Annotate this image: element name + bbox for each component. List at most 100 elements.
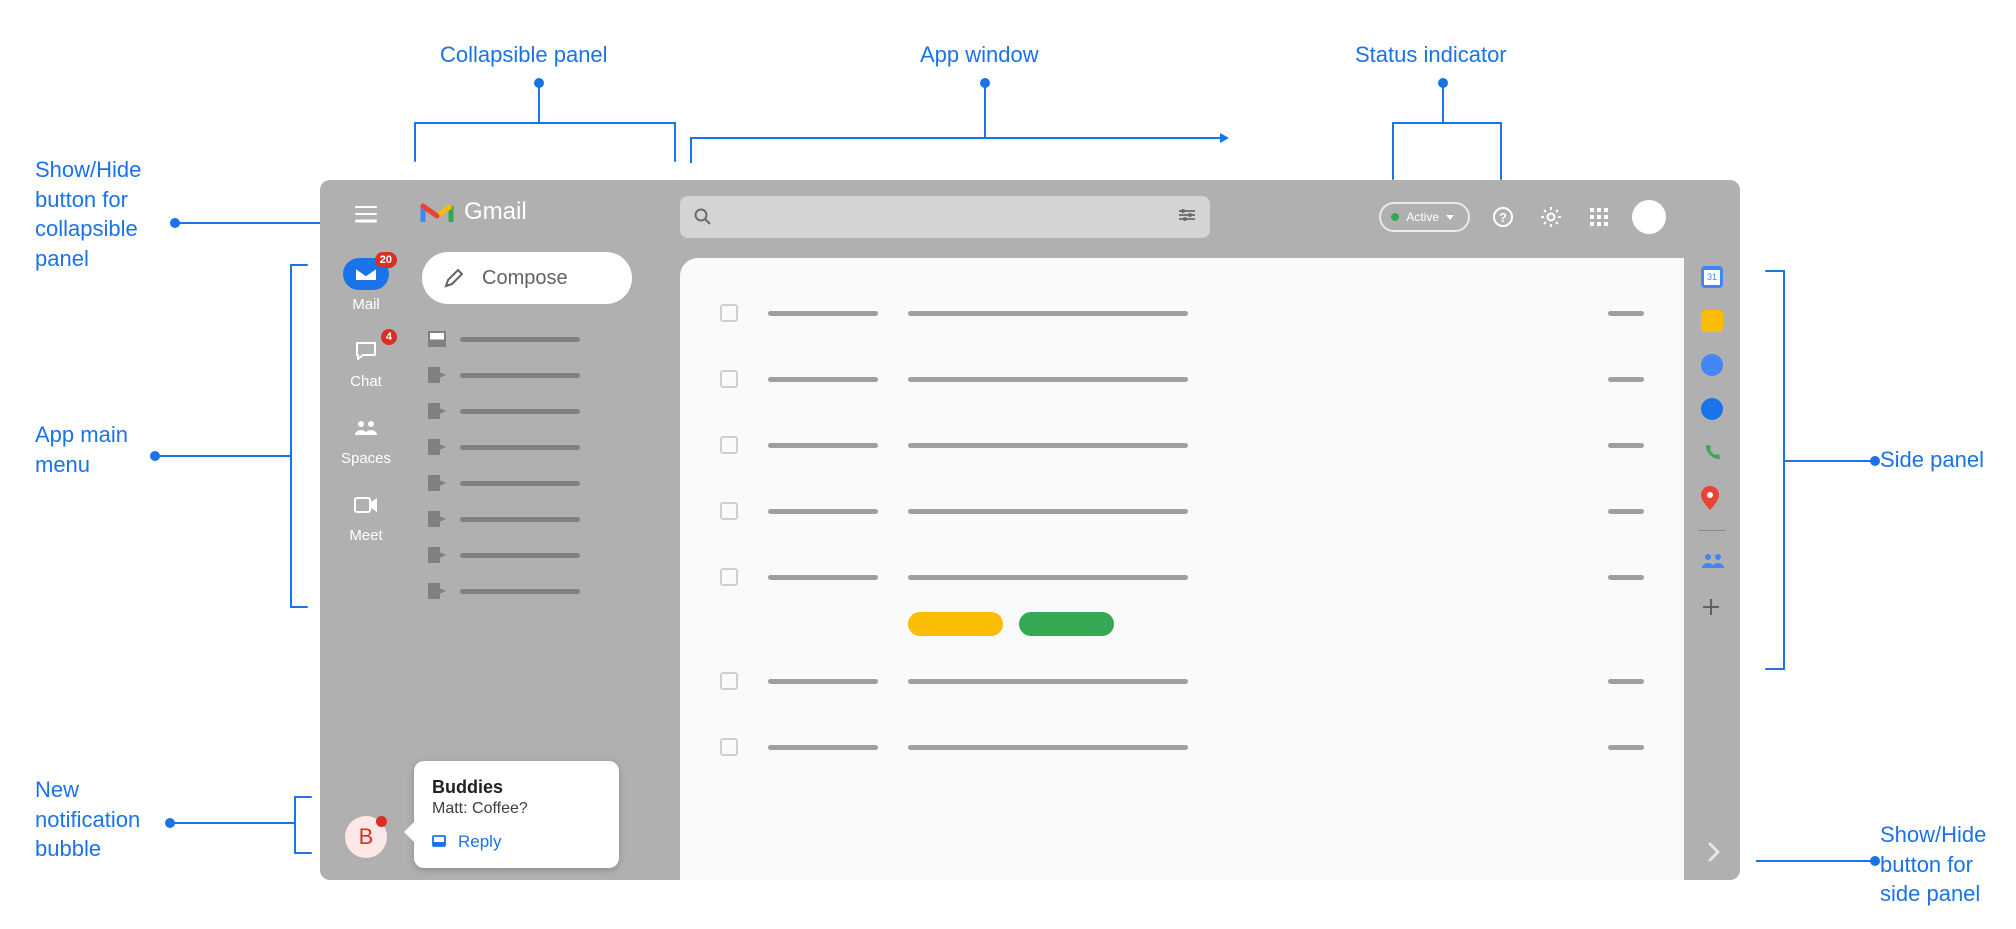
label-chip[interactable]	[1019, 612, 1114, 636]
nav-item-meet[interactable]: Meet	[343, 489, 389, 544]
content-area	[680, 258, 1684, 880]
keep-icon[interactable]	[1701, 310, 1723, 332]
annotation-show-hide-panel: Show/Hide button for collapsible panel	[35, 155, 141, 274]
checkbox[interactable]	[720, 436, 738, 454]
maps-icon[interactable]	[1701, 486, 1723, 508]
nav-label: Mail	[352, 296, 380, 313]
checkbox[interactable]	[720, 568, 738, 586]
add-button[interactable]	[1701, 597, 1723, 619]
annotation-line	[538, 82, 540, 122]
placeholder-bar	[768, 679, 878, 684]
notification-popover: Buddies Matt: Coffee? Reply	[414, 761, 619, 868]
search-input[interactable]	[680, 196, 1210, 238]
placeholder-bar	[1608, 575, 1644, 580]
side-panel-toggle-button[interactable]	[1696, 834, 1732, 870]
mail-row[interactable]	[720, 288, 1644, 338]
voice-icon[interactable]	[1701, 442, 1723, 464]
mail-row[interactable]	[720, 354, 1644, 404]
groups-icon[interactable]	[1701, 553, 1723, 575]
nav-item-mail[interactable]: 20 Mail	[343, 258, 389, 313]
annotation-line	[1785, 460, 1873, 462]
nav-item-chat[interactable]: 4 Chat	[343, 335, 389, 390]
folder-item[interactable]	[428, 576, 680, 606]
checkbox[interactable]	[720, 738, 738, 756]
folder-item[interactable]	[428, 540, 680, 570]
apps-button[interactable]	[1584, 202, 1614, 232]
status-indicator[interactable]: Active	[1379, 202, 1470, 232]
folder-item[interactable]	[428, 396, 680, 426]
label-chip[interactable]	[908, 612, 1003, 636]
reply-label: Reply	[458, 832, 501, 852]
placeholder-bar	[908, 443, 1188, 448]
placeholder-bar	[460, 589, 580, 594]
avatar-letter: B	[359, 824, 374, 850]
search-icon	[694, 208, 712, 226]
placeholder-bar	[908, 311, 1188, 316]
notification-avatar[interactable]: B	[345, 816, 387, 858]
contacts-icon[interactable]	[1701, 398, 1723, 420]
checkbox[interactable]	[720, 370, 738, 388]
settings-button[interactable]	[1536, 202, 1566, 232]
placeholder-bar	[908, 745, 1188, 750]
tasks-icon[interactable]	[1701, 354, 1723, 376]
spaces-icon	[343, 412, 389, 444]
folder-item[interactable]	[428, 504, 680, 534]
gmail-logo-icon	[420, 199, 454, 225]
annotation-line	[1442, 82, 1444, 122]
label-icon	[428, 403, 446, 419]
calendar-icon[interactable]: 31	[1701, 266, 1723, 288]
annotation-line	[170, 822, 294, 824]
checkbox[interactable]	[720, 304, 738, 322]
badge: 20	[375, 252, 397, 268]
meet-icon	[343, 489, 389, 521]
mail-row[interactable]	[720, 420, 1644, 470]
mail-row[interactable]	[720, 486, 1644, 536]
folder-item[interactable]	[428, 468, 680, 498]
placeholder-bar	[1608, 679, 1644, 684]
placeholder-bar	[768, 311, 878, 316]
chat-icon: 4	[343, 335, 389, 367]
nav-label: Spaces	[341, 450, 391, 467]
placeholder-bar	[460, 481, 580, 486]
account-avatar[interactable]	[1632, 200, 1666, 234]
label-icon	[428, 439, 446, 455]
notification-dot-icon	[376, 816, 387, 827]
placeholder-bar	[1608, 745, 1644, 750]
tune-icon[interactable]	[1178, 208, 1196, 227]
label-icon	[428, 475, 446, 491]
mail-row[interactable]	[720, 722, 1644, 772]
annotation-app-main-menu: App main menu	[35, 420, 128, 479]
compose-button[interactable]: Compose	[422, 252, 632, 304]
placeholder-bar	[908, 509, 1188, 514]
divider	[1699, 530, 1725, 531]
placeholder-bar	[460, 553, 580, 558]
placeholder-bar	[908, 377, 1188, 382]
checkbox[interactable]	[720, 502, 738, 520]
help-button[interactable]: ?	[1488, 202, 1518, 232]
pencil-icon	[444, 268, 464, 288]
checkbox[interactable]	[720, 672, 738, 690]
label-icon	[428, 367, 446, 383]
folder-list	[412, 324, 680, 606]
app-frame: 20 Mail 4 Chat Spaces Meet B	[320, 180, 1740, 880]
placeholder-bar	[460, 337, 580, 342]
placeholder-bar	[768, 575, 878, 580]
popover-reply-button[interactable]: Reply	[432, 832, 601, 852]
placeholder-bar	[460, 517, 580, 522]
annotation-line	[155, 455, 290, 457]
popover-title: Buddies	[432, 777, 601, 798]
annotation-side-panel: Side panel	[1880, 445, 1984, 475]
folder-item[interactable]	[428, 360, 680, 390]
folder-item[interactable]	[428, 324, 680, 354]
menu-toggle-button[interactable]	[346, 194, 386, 234]
nav-item-spaces[interactable]: Spaces	[341, 412, 391, 467]
inbox-icon	[428, 331, 446, 347]
placeholder-bar	[768, 745, 878, 750]
status-label: Active	[1406, 210, 1439, 224]
nav-rail: 20 Mail 4 Chat Spaces Meet B	[320, 180, 412, 880]
mail-row[interactable]	[720, 552, 1644, 602]
annotation-collapsible-panel: Collapsible panel	[440, 40, 608, 70]
folder-item[interactable]	[428, 432, 680, 462]
placeholder-bar	[768, 443, 878, 448]
mail-row[interactable]	[720, 656, 1644, 706]
